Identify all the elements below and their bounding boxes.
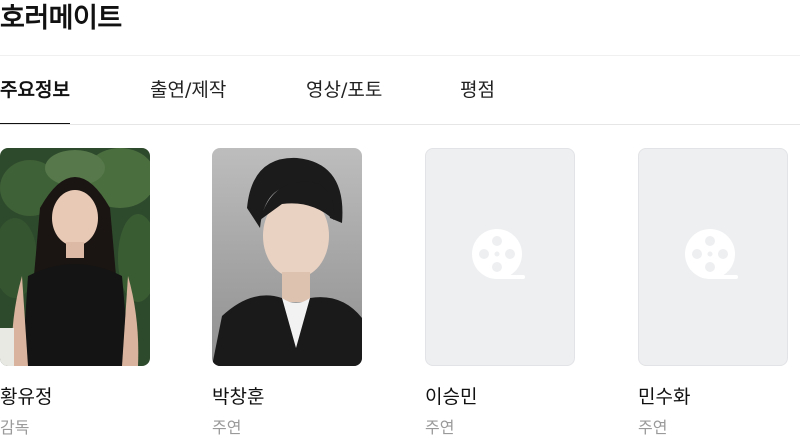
cast-name[interactable]: 박창훈 xyxy=(212,382,264,409)
tabs-divider xyxy=(0,124,800,125)
cast-photo-image xyxy=(212,148,362,366)
cast-role: 주연 xyxy=(638,418,668,437)
cast-photo-image xyxy=(0,148,150,366)
tab-bar: 주요정보 출연/제작 영상/포토 평점 xyxy=(0,56,800,125)
cast-role: 주연 xyxy=(212,418,242,437)
tab-rating[interactable]: 평점 xyxy=(460,56,495,124)
cast-card[interactable]: 이승민 주연 xyxy=(425,148,577,443)
page-title: 호러메이트 xyxy=(0,3,122,34)
cast-card[interactable]: 박창훈 주연 xyxy=(212,148,364,443)
cast-photo-placeholder[interactable] xyxy=(638,148,788,366)
tab-main-info[interactable]: 주요정보 xyxy=(0,56,70,125)
film-reel-icon xyxy=(472,229,525,279)
tab-cast-crew[interactable]: 출연/제작 xyxy=(150,56,226,124)
cast-role: 주연 xyxy=(425,418,455,437)
movie-detail-page: 호러메이트 주요정보 출연/제작 영상/포토 평점 황유정 감독 박창훈 주연 … xyxy=(0,0,800,448)
cast-card[interactable]: 민수화 주연 xyxy=(638,148,790,443)
cast-name[interactable]: 황유정 xyxy=(0,382,52,409)
cast-photo-placeholder[interactable] xyxy=(425,148,575,366)
film-reel-icon xyxy=(685,229,738,279)
cast-name[interactable]: 민수화 xyxy=(638,382,690,409)
cast-photo[interactable] xyxy=(212,148,362,366)
cast-photo[interactable] xyxy=(0,148,150,366)
cast-card[interactable]: 황유정 감독 xyxy=(0,148,152,443)
cast-role: 감독 xyxy=(0,418,30,437)
tab-video-photo[interactable]: 영상/포토 xyxy=(306,56,382,124)
cast-name[interactable]: 이승민 xyxy=(425,382,477,409)
